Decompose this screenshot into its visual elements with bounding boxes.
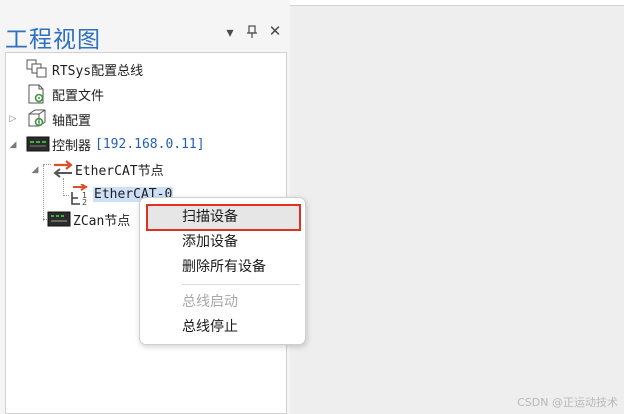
editor-area [290, 0, 624, 414]
config-file-icon [26, 84, 48, 104]
tree-connector [43, 165, 44, 221]
menu-item-delete-all-devices[interactable]: 删除所有设备 [148, 256, 299, 279]
controller-icon [26, 134, 50, 154]
tree-item-label: ZCan节点 [73, 213, 131, 229]
tree-item-label: RTSys配置总线 [52, 63, 144, 79]
collapse-arrow-icon[interactable]: ◢ [30, 164, 40, 174]
zcan-node-icon [47, 209, 71, 229]
tree-item-axis-config[interactable]: 轴配置 [26, 108, 91, 130]
tree-item-config-file[interactable]: 配置文件 [26, 83, 104, 105]
controller-ip: [192.168.0.11] [95, 136, 205, 152]
panel-header: 工程视图 ▾ ✕ [0, 12, 290, 53]
tree-connector [63, 178, 64, 196]
axis-config-icon [26, 109, 48, 129]
collapse-arrow-icon[interactable]: ◢ [8, 139, 18, 149]
tree-item-rtsys-bus[interactable]: RTSys配置总线 [26, 58, 143, 80]
menu-item-add-device[interactable]: 添加设备 [148, 231, 299, 254]
tree-item-label: 配置文件 [52, 88, 105, 104]
menu-item-bus-stop[interactable]: 总线停止 [148, 316, 299, 339]
editor-tab-strip [288, 0, 624, 6]
expand-arrow-icon[interactable]: ▷ [8, 113, 18, 123]
tree-item-ethercat-node[interactable]: EtherCAT节点 [51, 158, 164, 180]
tree-item-controller[interactable]: 控制器 [192.168.0.11] [26, 133, 205, 155]
ethercat-slot-icon: 1 2 [69, 183, 91, 207]
close-icon[interactable]: ✕ [266, 22, 284, 42]
menu-item-bus-start: 总线启动 [182, 294, 238, 310]
tree-connector [43, 164, 51, 165]
tree-item-label: 控制器 [52, 138, 92, 154]
context-menu: 扫描设备 添加设备 删除所有设备 总线启动 总线停止 [139, 197, 306, 345]
app-window: 工程视图 ▾ ✕ RTSys配置总线 配置文件 ▷ 轴配置 ◢ 控制器 [192… [0, 0, 624, 414]
menu-item-scan-devices[interactable]: 扫描设备 [146, 204, 301, 231]
ethercat-node-icon [51, 159, 73, 179]
tree-item-zcan-node[interactable]: ZCan节点 [47, 208, 130, 230]
pin-icon[interactable] [243, 22, 261, 42]
dropdown-icon[interactable]: ▾ [221, 22, 239, 42]
tree-item-label: 轴配置 [52, 113, 92, 129]
rtsys-bus-icon [26, 59, 48, 79]
watermark: CSDN @正运动技术 [517, 396, 618, 409]
svg-text:2: 2 [82, 198, 87, 206]
menu-separator [182, 284, 300, 285]
panel-title: 工程视图 [5, 27, 101, 53]
tree-item-label: EtherCAT节点 [75, 163, 164, 179]
